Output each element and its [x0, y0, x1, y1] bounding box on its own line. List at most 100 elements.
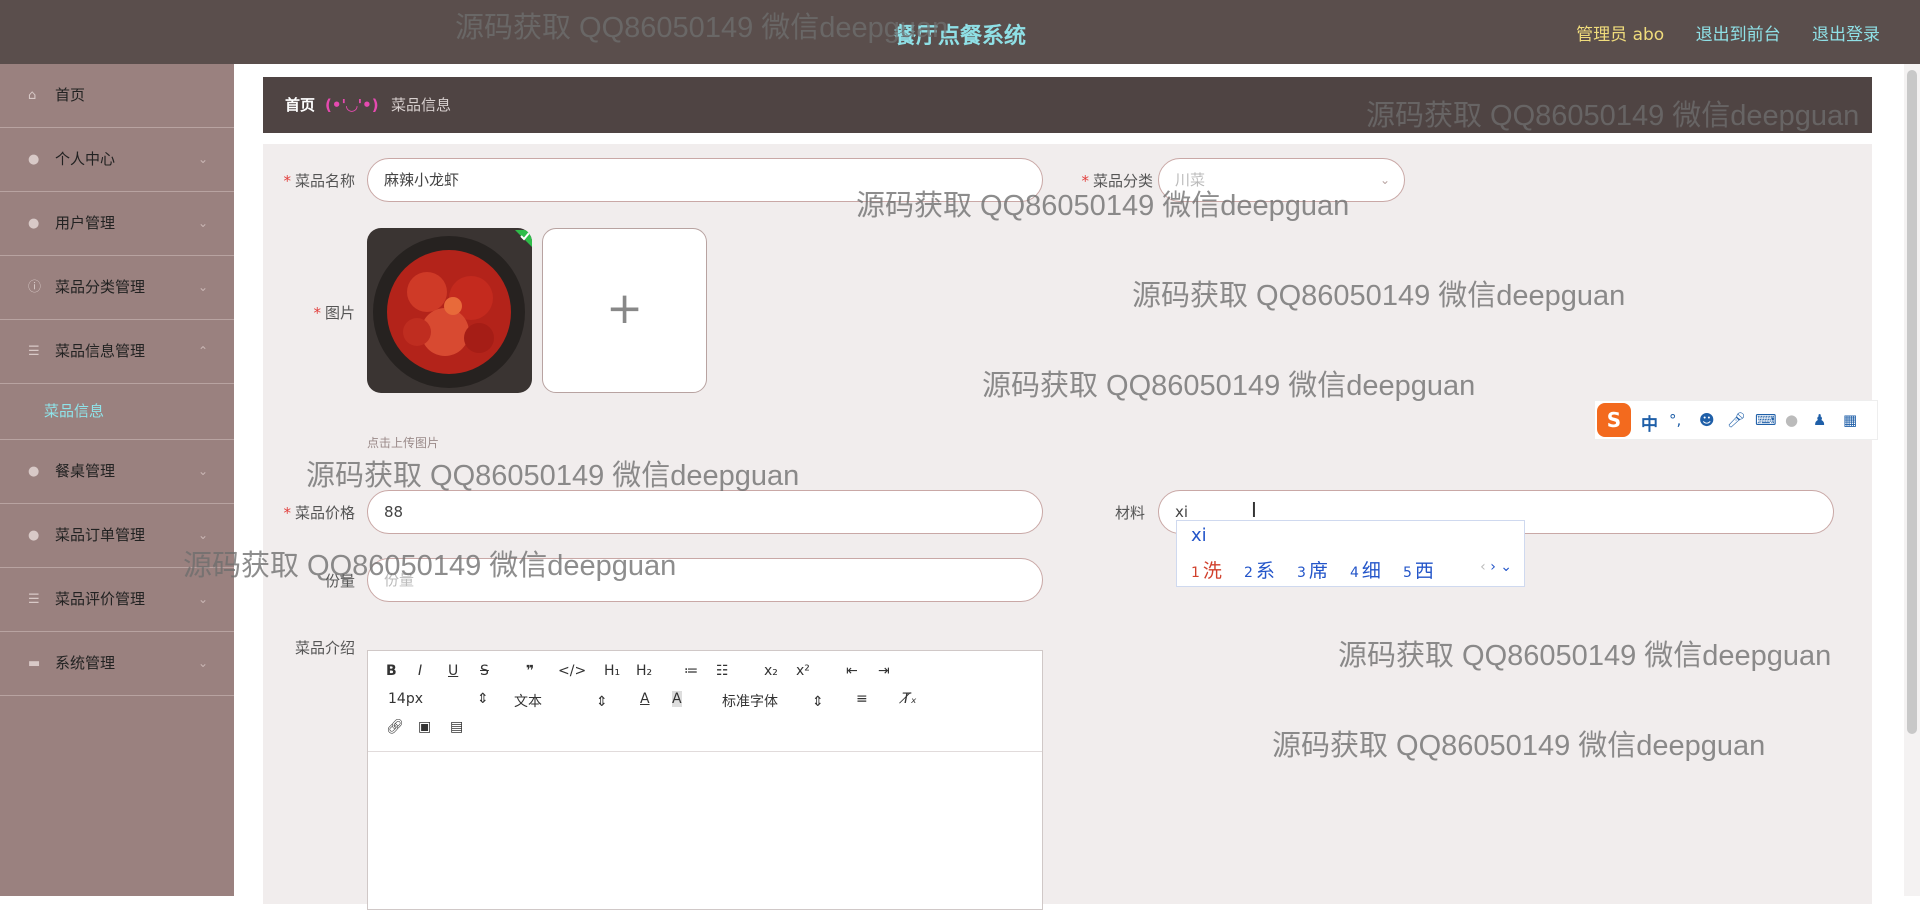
sidebar-item-personal-center[interactable]: ● 个人中心 ⌄	[0, 128, 234, 192]
font-color-button[interactable]: A	[640, 691, 650, 707]
sidebar-subitem-dish-info[interactable]: 菜品信息	[0, 384, 234, 440]
quote-icon[interactable]: ❞	[526, 663, 534, 679]
image-upload-button[interactable]: +	[542, 228, 707, 393]
material-label: 材料	[1114, 504, 1145, 522]
sidebar-item-user-management[interactable]: ● 用户管理 ⌄	[0, 192, 234, 256]
punctuation-icon[interactable]: °,	[1669, 411, 1681, 429]
chevron-up-icon: ⌃	[197, 344, 208, 358]
dish-form: * 菜品名称 麻辣小龙虾 * 菜品分类 川菜 ⌄ * 图片 + 点击上传图片 *…	[263, 144, 1872, 910]
watermark: 源码获取 QQ86050149 微信deepguan	[1366, 100, 1860, 132]
watermark: 源码获取 QQ86050149 微信deepguan	[1338, 640, 1832, 672]
sogou-logo-icon[interactable]: S	[1597, 403, 1631, 437]
watermark: 源码获取 QQ86050149 微信deepguan	[1272, 730, 1766, 762]
superscript-button[interactable]: x²	[796, 663, 810, 679]
sidebar-item-label: 首页	[55, 86, 86, 104]
code-icon[interactable]: </>	[558, 663, 586, 679]
strike-button[interactable]: S	[480, 663, 489, 679]
ime-toolbar: S 中 °, ☻ 🎤︎ ⌨ ● ♟ ▦	[1594, 400, 1878, 440]
font-size-select[interactable]: 14px ⇕	[388, 691, 489, 707]
ime-page-arrows[interactable]: ‹ › ⌄	[1480, 559, 1512, 575]
subscript-button[interactable]: x₂	[764, 663, 778, 679]
chevron-down-icon: ⌄	[197, 464, 208, 478]
background-color-button[interactable]: A	[672, 691, 682, 707]
chevron-right-icon[interactable]: ›	[1490, 559, 1496, 575]
ime-candidate[interactable]: 3席	[1297, 560, 1328, 582]
watermark: 源码获取 QQ86050149 微信deepguan	[1132, 280, 1626, 312]
outdent-icon[interactable]: ⇤	[846, 663, 858, 679]
scrollbar-thumb[interactable]	[1907, 70, 1917, 734]
sidebar-item-dish-management[interactable]: ☰ 菜品信息管理 ⌃	[0, 320, 234, 384]
microphone-icon[interactable]: 🎤︎	[1727, 411, 1746, 429]
ime-candidate[interactable]: 4细	[1350, 560, 1381, 582]
watermark: 源码获取 QQ86050149 微信deepguan	[306, 460, 800, 492]
user-icon: ●	[28, 152, 40, 167]
paragraph-select[interactable]: 文本 ⇕	[514, 691, 608, 711]
breadcrumb-current: 菜品信息	[391, 96, 452, 114]
indent-icon[interactable]: ⇥	[878, 663, 890, 679]
sidebar-item-label: 菜品信息管理	[55, 342, 146, 360]
sidebar-item-category-management[interactable]: ⓘ 菜品分类管理 ⌄	[0, 256, 234, 320]
heading2-button[interactable]: H₂	[636, 663, 652, 679]
top-nav: 管理员 abo 退出到前台 退出登录	[1550, 20, 1880, 45]
font-family-select[interactable]: 标准字体 ⇕	[722, 691, 824, 711]
dish-image-thumbnail[interactable]	[367, 228, 532, 393]
page-scrollbar[interactable]	[1904, 64, 1920, 896]
account-icon[interactable]: ●	[1785, 411, 1798, 429]
italic-button[interactable]: I	[418, 663, 422, 679]
chevron-down-icon: ⌄	[197, 656, 208, 670]
ime-candidate[interactable]: 1洗	[1191, 560, 1222, 582]
sidebar-item-home[interactable]: ⌂ 首页	[0, 64, 234, 128]
ordered-list-icon[interactable]: ≔	[684, 663, 698, 679]
chevron-down-icon: ⌄	[197, 280, 208, 294]
sidebar-item-system-management[interactable]: ▬ 系统管理 ⌄	[0, 632, 234, 696]
price-label: * 菜品价格	[283, 504, 355, 522]
sidebar-item-label: 餐桌管理	[55, 462, 116, 480]
price-input[interactable]: 88	[367, 490, 1043, 534]
ime-candidate[interactable]: 2系	[1244, 560, 1275, 582]
bold-button[interactable]: B	[386, 663, 397, 679]
align-icon[interactable]: ≡	[856, 691, 868, 707]
toolbox-icon[interactable]: ▦	[1843, 411, 1857, 429]
breadcrumb-home[interactable]: 首页	[285, 77, 315, 133]
list-icon: ☰	[28, 344, 40, 359]
user-icon: ●	[28, 528, 40, 543]
list-icon: ☰	[28, 592, 40, 607]
clear-format-icon[interactable]: T̸ₓ	[902, 691, 917, 707]
chevron-down-icon: ⌄	[1379, 173, 1390, 187]
chevron-down-icon: ⌄	[197, 216, 208, 230]
link-icon[interactable]: 🔗︎	[386, 719, 404, 735]
emoji-icon[interactable]: ☻	[1699, 411, 1715, 429]
dish-name-label: * 菜品名称	[283, 172, 355, 190]
logout-link[interactable]: 退出登录	[1812, 25, 1880, 45]
heading1-button[interactable]: H₁	[604, 663, 620, 679]
bullet-list-icon[interactable]: ☷	[716, 663, 729, 679]
intro-label: 菜品介绍	[294, 639, 355, 657]
chevron-left-icon[interactable]: ‹	[1480, 559, 1486, 575]
video-icon[interactable]: ▤	[450, 719, 463, 735]
home-icon: ⌂	[28, 88, 37, 103]
ime-mode-toggle[interactable]: 中	[1641, 410, 1658, 435]
image-icon[interactable]: ▣	[418, 719, 431, 735]
underline-button[interactable]: U	[448, 663, 458, 679]
user-icon: ●	[28, 464, 40, 479]
sidebar-item-table-management[interactable]: ● 餐桌管理 ⌄	[0, 440, 234, 504]
keyboard-icon[interactable]: ⌨	[1755, 411, 1777, 429]
chevron-down-icon[interactable]: ⌄	[1500, 559, 1512, 575]
watermark: 源码获取 QQ86050149 微信deepguan	[183, 550, 677, 582]
ime-composition: xi	[1191, 525, 1207, 546]
ime-candidate[interactable]: 5西	[1403, 560, 1434, 582]
sidebar-item-label: 个人中心	[55, 150, 116, 168]
sidebar-item-label: 菜品订单管理	[55, 526, 146, 544]
watermark: 源码获取 QQ86050149 微信deepguan	[856, 190, 1350, 222]
info-icon: ⓘ	[28, 280, 42, 295]
rich-text-editor[interactable]: B I U S ❞ </> H₁ H₂ ≔ ☷ x₂ x² ⇤ ⇥ 14px ⇕ …	[367, 650, 1043, 910]
sidebar-item-label: 用户管理	[55, 214, 116, 232]
editor-toolbar: B I U S ❞ </> H₁ H₂ ≔ ☷ x₂ x² ⇤ ⇥ 14px ⇕ …	[368, 651, 1042, 752]
skin-icon[interactable]: ♟	[1813, 411, 1826, 429]
text-cursor-icon: I	[1251, 498, 1257, 522]
back-to-front-link[interactable]: 退出到前台	[1696, 25, 1781, 45]
top-header: 餐厅点餐系统 管理员 abo 退出到前台 退出登录	[0, 0, 1920, 64]
admin-label: 管理员 abo	[1576, 25, 1665, 45]
sidebar-item-label: 系统管理	[55, 654, 116, 672]
user-icon: ●	[28, 216, 40, 231]
